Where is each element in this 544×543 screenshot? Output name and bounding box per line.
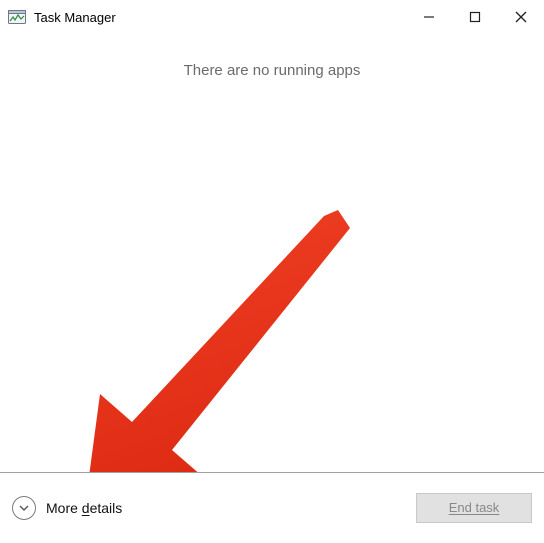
- more-details-button[interactable]: More details: [12, 496, 122, 520]
- task-manager-icon: [8, 8, 26, 26]
- chevron-down-icon: [12, 496, 36, 520]
- more-details-label-suffix: etails: [90, 500, 123, 516]
- end-task-button[interactable]: End task: [416, 493, 532, 523]
- minimize-button[interactable]: [406, 0, 452, 34]
- footer: More details End task: [0, 472, 544, 542]
- end-task-label-accel: n: [457, 500, 464, 515]
- content-area: There are no running apps: [0, 34, 544, 472]
- maximize-button[interactable]: [452, 0, 498, 34]
- window-title: Task Manager: [34, 10, 116, 25]
- end-task-label-suffix: d task: [465, 500, 500, 515]
- more-details-label-prefix: More: [46, 500, 82, 516]
- titlebar: Task Manager: [0, 0, 544, 34]
- close-button[interactable]: [498, 0, 544, 34]
- more-details-label: More details: [46, 500, 122, 516]
- empty-state-message: There are no running apps: [0, 34, 544, 79]
- more-details-label-accel: d: [82, 500, 90, 516]
